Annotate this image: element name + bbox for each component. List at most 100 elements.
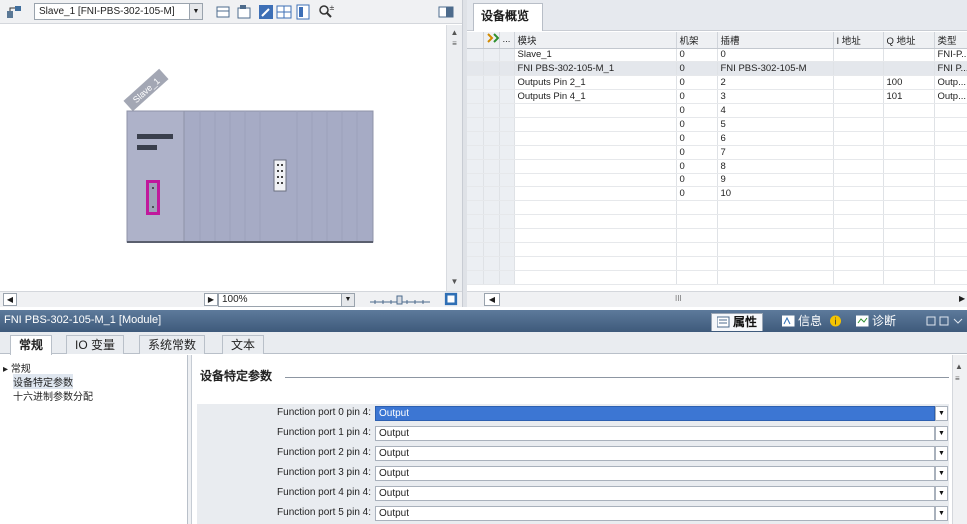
table-row[interactable]: 08 <box>467 159 967 174</box>
cell-slot[interactable]: 8 <box>717 159 834 174</box>
param-select[interactable]: Output <box>375 506 935 521</box>
scroll-left-icon[interactable]: ◀ <box>484 293 500 306</box>
table-row[interactable]: 05 <box>467 117 967 132</box>
cell-type[interactable] <box>934 186 967 202</box>
cell-module[interactable]: Outputs Pin 2_1 <box>514 75 677 91</box>
cell-module[interactable] <box>514 186 677 202</box>
cell-q-addr[interactable] <box>883 200 935 216</box>
cell-rack[interactable]: 0 <box>676 173 718 188</box>
cell-rack[interactable]: 0 <box>676 159 718 174</box>
cell-slot[interactable] <box>717 256 834 271</box>
network-device-icon[interactable] <box>6 4 22 20</box>
cell-slot[interactable]: 2 <box>717 75 834 91</box>
cell-q-addr[interactable] <box>883 270 935 285</box>
window-controls-icon[interactable] <box>926 315 964 327</box>
cell-q-addr[interactable] <box>883 173 935 188</box>
cell-module[interactable]: Outputs Pin 4_1 <box>514 89 677 105</box>
cell-rack[interactable]: 0 <box>676 89 718 105</box>
table-row[interactable] <box>467 242 967 257</box>
cell-rack[interactable] <box>676 228 718 243</box>
edit-icon[interactable] <box>258 4 274 20</box>
cell-q-addr[interactable] <box>883 48 935 63</box>
cell-rack[interactable] <box>676 200 718 216</box>
cell-slot[interactable] <box>717 214 834 230</box>
cell-type[interactable] <box>934 256 967 271</box>
cell-i-addr[interactable] <box>833 242 884 257</box>
tab-properties[interactable]: 属性 <box>711 313 764 331</box>
grid-icon[interactable] <box>276 4 292 20</box>
tab-io-tags[interactable]: IO 变量 <box>66 335 125 354</box>
cell-rack[interactable] <box>676 270 718 285</box>
cell-type[interactable] <box>934 131 967 146</box>
param-select[interactable]: Output <box>375 486 935 501</box>
cell-rack[interactable] <box>676 242 718 257</box>
cell-rack[interactable] <box>676 214 718 230</box>
table-header-rack[interactable]: 机架 <box>676 32 718 49</box>
cell-slot[interactable]: 7 <box>717 145 834 160</box>
cell-rack[interactable]: 0 <box>676 103 718 118</box>
cell-type[interactable] <box>934 159 967 174</box>
scroll-right-icon[interactable]: ▶ <box>959 293 967 306</box>
cell-module[interactable]: FNI PBS-302-105-M_1 <box>514 61 677 77</box>
cell-slot[interactable]: 10 <box>717 186 834 202</box>
nav-item-general[interactable]: ▸ 常规 <box>3 360 31 375</box>
cell-type[interactable] <box>934 173 967 188</box>
cell-i-addr[interactable] <box>833 200 884 216</box>
cell-type[interactable] <box>934 270 967 285</box>
cell-slot[interactable]: 5 <box>717 117 834 132</box>
cell-module[interactable] <box>514 117 677 132</box>
expand-arrow-icon[interactable]: ▸ <box>3 364 11 375</box>
collapse-icon[interactable]: ≡ <box>955 374 960 383</box>
cell-q-addr[interactable] <box>883 103 935 118</box>
cell-q-addr[interactable]: 100 <box>883 75 935 91</box>
cell-type[interactable] <box>934 242 967 257</box>
chevron-down-icon[interactable]: ▼ <box>342 293 355 307</box>
nav-item-device-params[interactable]: 设备特定参数 <box>13 374 73 389</box>
table-row[interactable]: 07 <box>467 145 967 160</box>
device-view-vscrollbar[interactable]: ▲ ≡ ▼ <box>446 25 462 291</box>
cell-slot[interactable]: 4 <box>717 103 834 118</box>
table-row[interactable] <box>467 256 967 271</box>
cell-slot[interactable] <box>717 270 834 285</box>
cell-type[interactable]: Outp... <box>934 89 967 105</box>
cell-rack[interactable]: 0 <box>676 61 718 77</box>
cell-rack[interactable]: 0 <box>676 145 718 160</box>
cell-module[interactable] <box>514 214 677 230</box>
table-header-slot[interactable]: 插槽 <box>717 32 834 49</box>
cell-type[interactable] <box>934 200 967 216</box>
cell-module[interactable] <box>514 256 677 271</box>
cell-rack[interactable]: 0 <box>676 186 718 202</box>
cell-i-addr[interactable] <box>833 186 884 202</box>
cell-type[interactable]: FNI P... <box>934 61 967 77</box>
cell-type[interactable] <box>934 103 967 118</box>
cell-slot[interactable]: 6 <box>717 131 834 146</box>
page-view-icon[interactable] <box>295 4 311 20</box>
collapse-icon[interactable]: ≡ <box>449 39 460 51</box>
cell-i-addr[interactable] <box>833 61 884 77</box>
table-view-icon[interactable] <box>215 4 231 20</box>
cell-q-addr[interactable] <box>883 186 935 202</box>
content-vscrollbar[interactable]: ▲ ≡ <box>952 355 967 524</box>
table-row[interactable]: Outputs Pin 4_1 0 3 101 Outp... <box>467 89 967 105</box>
cell-i-addr[interactable] <box>833 173 884 188</box>
cell-type[interactable]: Outp... <box>934 75 967 91</box>
cell-q-addr[interactable] <box>883 214 935 230</box>
cell-i-addr[interactable] <box>833 256 884 271</box>
cell-i-addr[interactable] <box>833 75 884 91</box>
scrollbar-grip[interactable]: III <box>675 294 682 303</box>
cell-i-addr[interactable] <box>833 214 884 230</box>
tab-texts[interactable]: 文本 <box>222 335 265 354</box>
table-row[interactable] <box>467 200 967 216</box>
scroll-down-icon[interactable]: ▼ <box>449 277 460 289</box>
chevron-down-icon[interactable]: ▼ <box>935 426 948 441</box>
cell-module[interactable] <box>514 145 677 160</box>
cell-module[interactable] <box>514 159 677 174</box>
param-select[interactable]: Output <box>375 426 935 441</box>
nav-item-hex-params[interactable]: 十六进制参数分配 <box>13 388 93 403</box>
table-row[interactable] <box>467 228 967 243</box>
cell-rack[interactable] <box>676 256 718 271</box>
tab-system-constants[interactable]: 系统常数 <box>139 335 206 354</box>
cell-i-addr[interactable] <box>833 270 884 285</box>
zoom-level-select[interactable]: 100% <box>218 293 342 307</box>
table-row[interactable] <box>467 270 967 285</box>
